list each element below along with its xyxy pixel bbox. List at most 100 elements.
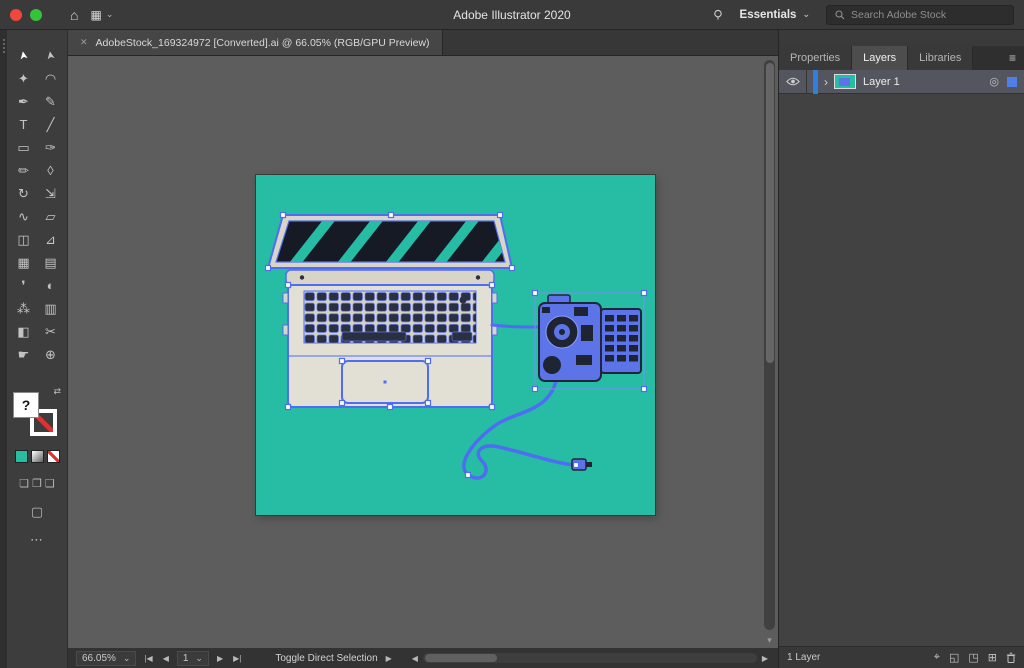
mesh-tool[interactable]: ▦ [10, 251, 37, 274]
artboard-number-select[interactable]: 1 ⌄ [177, 651, 209, 666]
draw-inside-mode-button[interactable]: ❑ [45, 477, 55, 490]
close-window-button[interactable] [10, 9, 22, 21]
zoom-level-value: 66.05% [82, 653, 116, 664]
shaper-tool[interactable]: ✏ [10, 159, 37, 182]
chevron-down-icon: ⌄ [106, 10, 114, 19]
scroll-down-icon[interactable]: ▾ [764, 636, 775, 645]
home-icon[interactable]: ⌂ [70, 8, 78, 22]
locate-object-icon[interactable]: ⌖ [934, 651, 940, 664]
first-artboard-button[interactable]: |◀ [142, 654, 154, 663]
color-type-buttons [15, 450, 60, 463]
zoom-window-button[interactable] [30, 9, 42, 21]
line-segment-tool[interactable]: ╱ [37, 113, 64, 136]
status-hint: Toggle Direct Selection [275, 653, 377, 664]
left-dock-edge [0, 30, 7, 668]
vertical-scroll-thumb[interactable] [766, 63, 774, 363]
drawing-modes: ❏ ❐ ❑ [19, 477, 55, 490]
type-tool[interactable]: T [10, 113, 37, 136]
canvas[interactable]: ▾ [68, 56, 778, 648]
eyedropper-tool[interactable]: ❜ [10, 274, 37, 297]
new-layer-icon[interactable]: ⊞ [988, 651, 997, 664]
topbar-right-cluster: Essentials ⌄ [712, 5, 1014, 25]
lightbulb-icon[interactable] [712, 9, 724, 21]
artboard[interactable] [256, 175, 655, 515]
scroll-left-icon[interactable]: ◀ [410, 654, 420, 663]
last-artboard-button[interactable]: ▶| [231, 654, 243, 663]
new-sublayer-icon[interactable]: ◳ [968, 651, 978, 664]
workspace-switcher[interactable]: Essentials ⌄ [740, 9, 810, 21]
panels-dock: Properties Layers Libraries ≡ › [778, 30, 1024, 668]
rotate-tool[interactable]: ↻ [10, 182, 37, 205]
perspective-grid-tool[interactable]: ⊿ [37, 228, 64, 251]
tab-libraries[interactable]: Libraries [908, 46, 973, 70]
search-input[interactable] [851, 9, 1005, 21]
gradient-tool[interactable]: ▤ [37, 251, 64, 274]
chevron-down-icon: ⌄ [123, 654, 131, 663]
scroll-right-icon[interactable]: ▶ [760, 654, 770, 663]
visibility-eye-icon[interactable] [779, 70, 807, 93]
tools-panel: ➤ ➤ ✦ ◠ ✒ ✎ T ╱ ▭ ✑ ✏ ◊ ↻ ⇲ ∿ ▱ ◫ ⊿ ▦ ▤ [7, 30, 68, 668]
zoom-level-select[interactable]: 66.05% ⌄ [76, 651, 136, 666]
draw-normal-mode-button[interactable]: ❏ [19, 477, 29, 490]
symbol-sprayer-tool[interactable]: ⁂ [10, 297, 37, 320]
documents-grid-icon: ▦ [90, 8, 101, 22]
selection-tool[interactable]: ➤ [10, 40, 37, 71]
fill-question-mark: ? [22, 397, 31, 413]
tab-layers[interactable]: Layers [852, 46, 908, 70]
width-tool[interactable]: ∿ [10, 205, 37, 228]
panel-menu-icon[interactable]: ≡ [1009, 46, 1016, 70]
artboard-tool[interactable]: ◧ [10, 320, 37, 343]
adobe-stock-search[interactable] [826, 5, 1014, 25]
document-area: ✕ AdobeStock_169324972 [Converted].ai @ … [68, 30, 778, 668]
screen-mode-button[interactable]: ▢ [31, 504, 43, 520]
vertical-scrollbar[interactable] [764, 60, 775, 630]
paintbrush-tool[interactable]: ✑ [37, 136, 64, 159]
pen-tool[interactable]: ✒ [10, 90, 37, 113]
horizontal-scrollbar[interactable]: ◀ ▶ [410, 653, 770, 663]
draw-behind-mode-button[interactable]: ❐ [32, 477, 42, 490]
artwork-illustration [256, 175, 655, 515]
zoom-tool[interactable]: ⊕ [37, 343, 64, 366]
curvature-tool[interactable]: ✎ [37, 90, 64, 113]
previous-artboard-button[interactable]: ◀ [161, 654, 171, 663]
fill-color-swatch[interactable]: ? [13, 392, 39, 418]
free-transform-tool[interactable]: ▱ [37, 205, 64, 228]
gradient-fill-button[interactable] [31, 450, 44, 463]
shape-builder-tool[interactable]: ◫ [10, 228, 37, 251]
arrange-documents-button[interactable]: ▦ ⌄ [90, 8, 113, 22]
hand-tool[interactable]: ☛ [10, 343, 37, 366]
direct-selection-tool[interactable]: ➤ [37, 40, 64, 71]
artboard-number-value: 1 [183, 653, 189, 664]
layer-thumbnail[interactable] [834, 74, 856, 89]
delete-layer-icon[interactable] [1006, 652, 1016, 664]
graph-tool[interactable]: ▥ [37, 297, 64, 320]
slice-tool[interactable]: ✂ [37, 320, 64, 343]
laptop-artwork[interactable] [268, 205, 533, 407]
camera-artwork[interactable] [535, 293, 644, 389]
rectangle-tool[interactable]: ▭ [10, 136, 37, 159]
workspace-body: ➤ ➤ ✦ ◠ ✒ ✎ T ╱ ▭ ✑ ✏ ◊ ↻ ⇲ ∿ ▱ ◫ ⊿ ▦ ▤ [0, 30, 1024, 668]
document-tab[interactable]: ✕ AdobeStock_169324972 [Converted].ai @ … [68, 30, 443, 55]
expand-chevron-icon[interactable]: › [818, 75, 834, 89]
panel-drag-handle[interactable] [2, 38, 6, 54]
layer-name[interactable]: Layer 1 [863, 76, 989, 88]
layer-selection-indicator[interactable] [1007, 77, 1017, 87]
status-menu-arrow-icon[interactable]: ▶ [384, 654, 394, 663]
horizontal-scroll-thumb[interactable] [425, 654, 497, 662]
layer-row[interactable]: › Layer 1 ◎ [779, 70, 1024, 94]
tab-properties[interactable]: Properties [779, 46, 852, 70]
blend-tool[interactable]: ◐ [37, 274, 64, 297]
scale-tool[interactable]: ⇲ [37, 182, 64, 205]
thumbnail-artwork [839, 78, 850, 86]
next-artboard-button[interactable]: ▶ [215, 654, 225, 663]
horizontal-scroll-track[interactable] [423, 653, 757, 663]
color-fill-button[interactable] [15, 450, 28, 463]
layer-target-icon[interactable]: ◎ [989, 75, 999, 88]
edit-toolbar-button[interactable]: ⋯ [30, 532, 44, 548]
swap-fill-stroke-icon[interactable]: ⇄ [53, 386, 61, 397]
none-fill-button[interactable] [47, 450, 60, 463]
close-tab-icon[interactable]: ✕ [80, 37, 88, 48]
make-clip-mask-icon[interactable]: ◱ [949, 651, 959, 664]
layers-list: › Layer 1 ◎ [779, 70, 1024, 646]
eraser-tool[interactable]: ◊ [37, 159, 64, 182]
